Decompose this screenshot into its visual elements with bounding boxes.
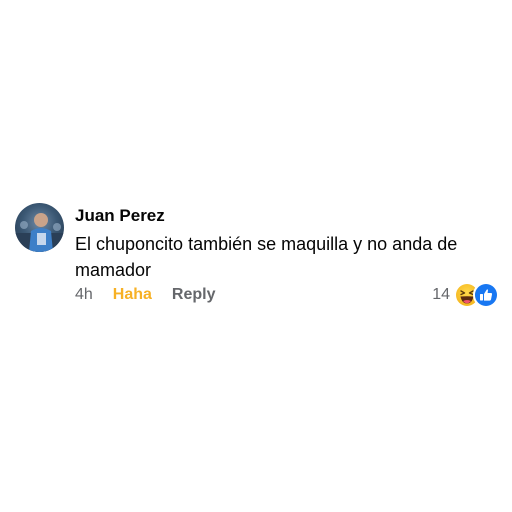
avatar[interactable] xyxy=(15,203,64,252)
reaction-summary[interactable]: 14 xyxy=(432,282,499,308)
like-thumb-icon xyxy=(473,282,499,308)
reaction-button[interactable]: Haha xyxy=(113,284,152,306)
avatar-photo-icon xyxy=(15,213,64,252)
comment-actions: 4h Haha Reply xyxy=(75,284,216,306)
comment-text: El chuponcito también se maquilla y no a… xyxy=(75,234,458,280)
reaction-count: 14 xyxy=(432,286,450,303)
comment-author[interactable]: Juan Perez xyxy=(75,204,499,228)
comment-body: Juan Perez El chuponcito también se maqu… xyxy=(75,200,499,283)
reply-button[interactable]: Reply xyxy=(172,284,216,306)
comment-timestamp[interactable]: 4h xyxy=(75,284,93,306)
